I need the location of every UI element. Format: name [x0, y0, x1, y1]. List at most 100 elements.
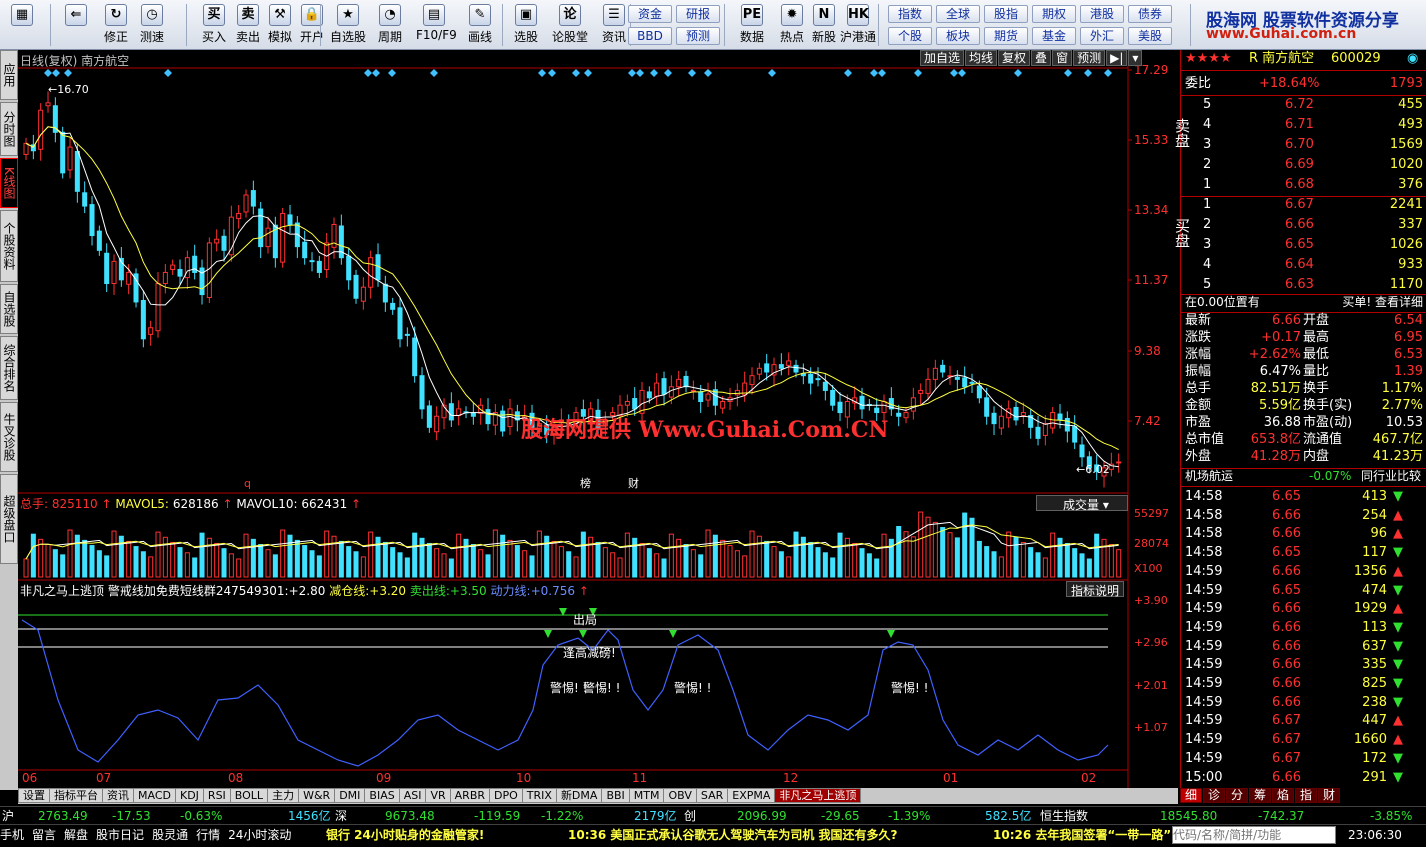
- signal-marker[interactable]: [1104, 69, 1112, 77]
- signal-marker[interactable]: [914, 69, 922, 77]
- toolbar-button-新股[interactable]: N 新股: [806, 3, 842, 47]
- signal-marker[interactable]: [372, 69, 380, 77]
- toolbar-button-测速[interactable]: ◷ 测速: [134, 3, 170, 47]
- chart-control-窗[interactable]: 窗: [1052, 50, 1073, 66]
- toolbar-button-windows[interactable]: ▦: [4, 3, 40, 47]
- quick-button-股指[interactable]: 股指: [984, 5, 1028, 23]
- status-news-2[interactable]: 10:26 去年我国签署“一带一路”: [993, 825, 1171, 845]
- signal-marker[interactable]: [768, 69, 776, 77]
- status-item-解盘[interactable]: 解盘: [64, 828, 88, 842]
- quick-button-指数[interactable]: 指数: [888, 5, 932, 23]
- signal-marker[interactable]: [650, 69, 658, 77]
- quick-button-债券[interactable]: 债券: [1128, 5, 1172, 23]
- status-item-24小时滚动[interactable]: 24小时滚动: [228, 828, 291, 842]
- quote-tab-细[interactable]: 细: [1180, 788, 1202, 803]
- volume-dropdown[interactable]: 成交量 ▾: [1036, 495, 1128, 512]
- toolbar-button-选股[interactable]: ▣ 选股: [508, 3, 544, 47]
- signal-marker[interactable]: [44, 69, 52, 77]
- toolbar-button-论股堂[interactable]: 论论股堂: [552, 3, 588, 47]
- signal-marker[interactable]: [584, 69, 592, 77]
- left-tab-K线图[interactable]: K线图: [0, 158, 18, 208]
- toolbar-button-画线[interactable]: ✎ 画线: [462, 3, 498, 47]
- indicator-tab-EXPMA[interactable]: EXPMA: [727, 788, 776, 803]
- indicator-tab-设置[interactable]: 设置: [18, 788, 50, 803]
- indicator-tab-MTM[interactable]: MTM: [628, 788, 665, 803]
- signal-marker[interactable]: [364, 69, 372, 77]
- toolbar-button-开户[interactable]: 🔒 开户: [294, 3, 330, 47]
- prev-icon[interactable]: ▶|: [1106, 50, 1128, 66]
- signal-marker[interactable]: [164, 69, 172, 77]
- status-item-留言[interactable]: 留言: [32, 828, 56, 842]
- chart-control-加自选[interactable]: 加自选: [920, 50, 965, 66]
- indicator-help-button[interactable]: 指标说明: [1066, 581, 1125, 598]
- signal-marker[interactable]: [878, 69, 886, 77]
- indicator-tab-TRIX[interactable]: TRIX: [521, 788, 557, 803]
- status-item-手机[interactable]: 手机: [0, 828, 24, 842]
- indicator-tab-OBV[interactable]: OBV: [663, 788, 697, 803]
- signal-marker[interactable]: [52, 69, 60, 77]
- quick-button-全球[interactable]: 全球: [936, 5, 980, 23]
- event-marker[interactable]: 财: [628, 476, 639, 490]
- signal-marker[interactable]: [548, 69, 556, 77]
- quick-button-基金[interactable]: 基金: [1032, 27, 1076, 45]
- toolbar-button-热点[interactable]: ✹ 热点: [774, 3, 810, 47]
- indicator-tab-指标平台[interactable]: 指标平台: [49, 788, 103, 803]
- quick-button-期权[interactable]: 期权: [1032, 5, 1076, 23]
- left-tab-分时图[interactable]: 分时图: [0, 102, 18, 156]
- status-news-1[interactable]: 10:36 美国正式承认谷歌无人驾驶汽车为司机 我国还有多久?: [568, 825, 898, 845]
- status-item-股灵通[interactable]: 股灵通: [152, 828, 188, 842]
- quick-button-外汇[interactable]: 外汇: [1080, 27, 1124, 45]
- toolbar-button-修正[interactable]: ↻ 修正: [98, 3, 134, 47]
- indicator-tab-MACD[interactable]: MACD: [133, 788, 176, 803]
- indicator-tab-VR[interactable]: VR: [425, 788, 451, 803]
- indicator-tab-KDJ[interactable]: KDJ: [174, 788, 204, 803]
- quick-button-期货[interactable]: 期货: [984, 27, 1028, 45]
- quote-tab-筹[interactable]: 筹: [1249, 788, 1271, 803]
- quote-tab-分[interactable]: 分: [1226, 788, 1248, 803]
- position-link[interactable]: 买单! 查看详细: [1342, 293, 1423, 311]
- indicator-tab-ARBR[interactable]: ARBR: [449, 788, 491, 803]
- quote-tab-财[interactable]: 财: [1318, 788, 1340, 803]
- left-tab-超级盘口[interactable]: 超级盘口: [0, 474, 18, 564]
- toolbar-button-模拟[interactable]: ⚒ 模拟: [262, 3, 298, 47]
- status-ad[interactable]: 银行 24小时贴身的金融管家!: [326, 825, 484, 845]
- signal-marker[interactable]: [1064, 69, 1072, 77]
- quick-button-预测[interactable]: 预测: [676, 27, 720, 45]
- status-item-股市日记[interactable]: 股市日记: [96, 828, 144, 842]
- chart-control-均线[interactable]: 均线: [965, 50, 998, 66]
- quick-button-美股[interactable]: 美股: [1128, 27, 1172, 45]
- left-tab-牛叉诊股[interactable]: 牛叉诊股: [0, 402, 18, 472]
- indicator-tab-RSI[interactable]: RSI: [202, 788, 231, 803]
- chart-control-复权[interactable]: 复权: [998, 50, 1031, 66]
- quick-button-研报[interactable]: 研报: [676, 5, 720, 23]
- indicator-tab-DMI[interactable]: DMI: [334, 788, 366, 803]
- quick-button-资金[interactable]: 资金: [628, 5, 672, 23]
- signal-marker[interactable]: [1084, 69, 1092, 77]
- signal-marker[interactable]: [950, 69, 958, 77]
- signal-marker[interactable]: [388, 69, 396, 77]
- toolbar-button-卖出[interactable]: 卖卖出: [230, 3, 266, 47]
- signal-marker[interactable]: [870, 69, 878, 77]
- indicator-tab-非凡之马上逃顶[interactable]: 非凡之马上逃顶: [774, 788, 862, 803]
- indicator-tab-DPO[interactable]: DPO: [489, 788, 523, 803]
- globe-icon[interactable]: ◉: [1407, 50, 1418, 68]
- chart-area[interactable]: 17.29 15.33 13.34 11.37 9.38 7.42 ←16.70 ←6.02 q…: [18, 50, 1178, 788]
- signal-marker[interactable]: [628, 69, 636, 77]
- signal-marker[interactable]: [430, 69, 438, 77]
- quote-tab-焰[interactable]: 焰: [1272, 788, 1294, 803]
- signal-marker[interactable]: [664, 69, 672, 77]
- toolbar-button-F10/F9[interactable]: ▤ F10/F9: [416, 3, 457, 47]
- signal-marker[interactable]: [572, 69, 580, 77]
- quick-button-板块[interactable]: 板块: [936, 27, 980, 45]
- close-icon[interactable]: ▾: [1128, 50, 1143, 66]
- left-tab-综合排名[interactable]: 综合排名: [0, 336, 18, 400]
- left-tab-个股资料[interactable]: 个股资料: [0, 210, 18, 282]
- toolbar-button-资讯[interactable]: ☰ 资讯: [596, 3, 632, 47]
- signal-marker[interactable]: [1014, 69, 1022, 77]
- indicator-tab-主力[interactable]: 主力: [267, 788, 300, 803]
- indicator-tab-SAR[interactable]: SAR: [695, 788, 729, 803]
- event-marker[interactable]: 榜: [580, 476, 591, 490]
- indicator-tab-ASI[interactable]: ASI: [398, 788, 427, 803]
- signal-marker[interactable]: [704, 69, 712, 77]
- chart-control-预测[interactable]: 预测: [1073, 50, 1106, 66]
